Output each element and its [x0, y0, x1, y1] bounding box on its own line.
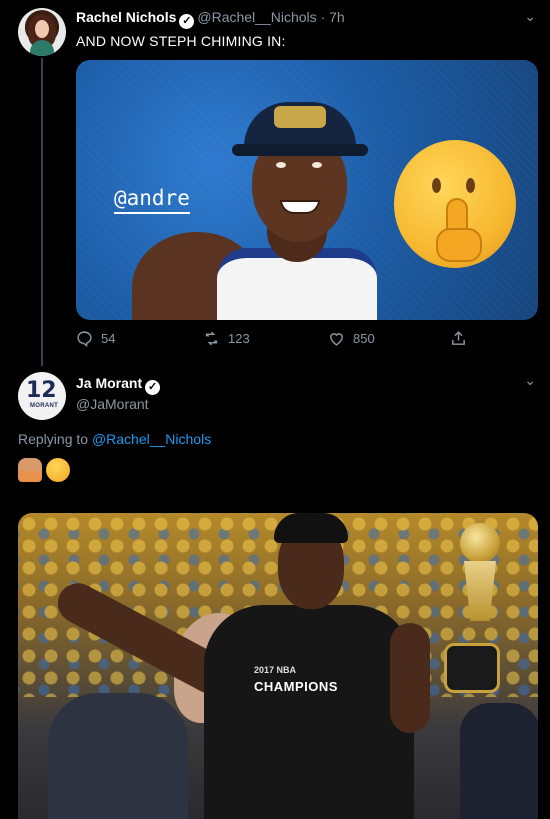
player-shirt	[204, 605, 414, 819]
replying-to-link[interactable]: @Rachel__Nichols	[92, 431, 211, 447]
share-icon	[452, 331, 465, 345]
share-button[interactable]	[450, 330, 467, 347]
reply-count: 54	[101, 331, 116, 346]
retweet-button[interactable]: 123	[203, 330, 250, 347]
shirt-text-small: 2017 NBA	[254, 665, 297, 675]
chevron-down-icon[interactable]: ⌄	[524, 8, 536, 25]
player-eye-right	[312, 162, 322, 168]
replying-to-line: Replying to @Rachel__Nichols	[18, 431, 211, 447]
shush-hand	[436, 228, 482, 262]
tweet-media-image[interactable]: 2017 NBA CHAMPIONS	[18, 513, 538, 819]
player-eye-left	[276, 162, 286, 168]
avatar-number: 12	[26, 378, 57, 403]
chevron-down-icon[interactable]: ⌄	[524, 372, 536, 389]
avatar-face	[35, 20, 49, 38]
player-arm-right	[390, 623, 430, 733]
trophy-icon	[442, 523, 512, 693]
author-handle[interactable]: @Rachel__Nichols	[197, 9, 316, 25]
avatar[interactable]	[18, 8, 66, 56]
trophy-net	[464, 561, 496, 621]
author-handle[interactable]: @JaMorant	[76, 396, 149, 412]
retweet-icon	[205, 331, 218, 346]
shush-eye-right	[466, 178, 475, 193]
tweet-header: Rachel Nichols ✓ @Rachel__Nichols · 7h	[76, 9, 345, 29]
verified-badge-icon: ✓	[145, 380, 161, 395]
tweet-time[interactable]: · 7h	[321, 9, 345, 25]
tweet-actions: 54 123 850	[76, 330, 476, 352]
player-cap	[274, 513, 348, 543]
retweet-count: 123	[228, 331, 250, 346]
shushing-face-emoji-icon	[46, 458, 70, 482]
cap-logo	[274, 106, 326, 128]
reply-button[interactable]: 54	[76, 330, 115, 347]
shush-eye-left	[432, 178, 441, 193]
avatar[interactable]: 12 MORANT	[18, 372, 66, 420]
cap-brim	[232, 144, 368, 156]
replying-to-label: Replying to	[18, 431, 89, 447]
tweet-emojis	[18, 458, 70, 482]
author-name[interactable]: Ja Morant	[76, 375, 142, 391]
like-count: 850	[353, 331, 375, 346]
player-photo	[132, 82, 412, 320]
tweet-text: AND NOW STEPH CHIMING IN:	[76, 33, 286, 49]
shirt-text-champions: CHAMPIONS	[254, 679, 338, 694]
tweet-rachel-nichols[interactable]: Rachel Nichols ✓ @Rachel__Nichols · 7h ⌄ A…	[0, 0, 550, 366]
avatar-label: MORANT	[30, 403, 59, 409]
like-icon	[330, 333, 343, 346]
man-shrugging-emoji-icon	[18, 458, 42, 482]
author-name[interactable]: Rachel Nichols	[76, 9, 176, 25]
trophy-ball	[460, 523, 500, 563]
tweet-ja-morant[interactable]: 12 MORANT Ja Morant ✓ @JaMorant ⌄ Replyin…	[0, 362, 550, 819]
person-suit-left	[48, 693, 188, 819]
verified-badge-icon: ✓	[179, 14, 195, 29]
tweet-media-image[interactable]: @andre	[76, 60, 538, 320]
person-suit-right	[460, 703, 538, 819]
shushing-face-icon	[394, 140, 516, 268]
trophy-base	[444, 643, 500, 693]
reply-icon	[77, 331, 92, 347]
thread-connector-line	[41, 58, 43, 366]
tweet-header: Ja Morant ✓	[76, 375, 163, 395]
like-button[interactable]: 850	[328, 330, 375, 347]
